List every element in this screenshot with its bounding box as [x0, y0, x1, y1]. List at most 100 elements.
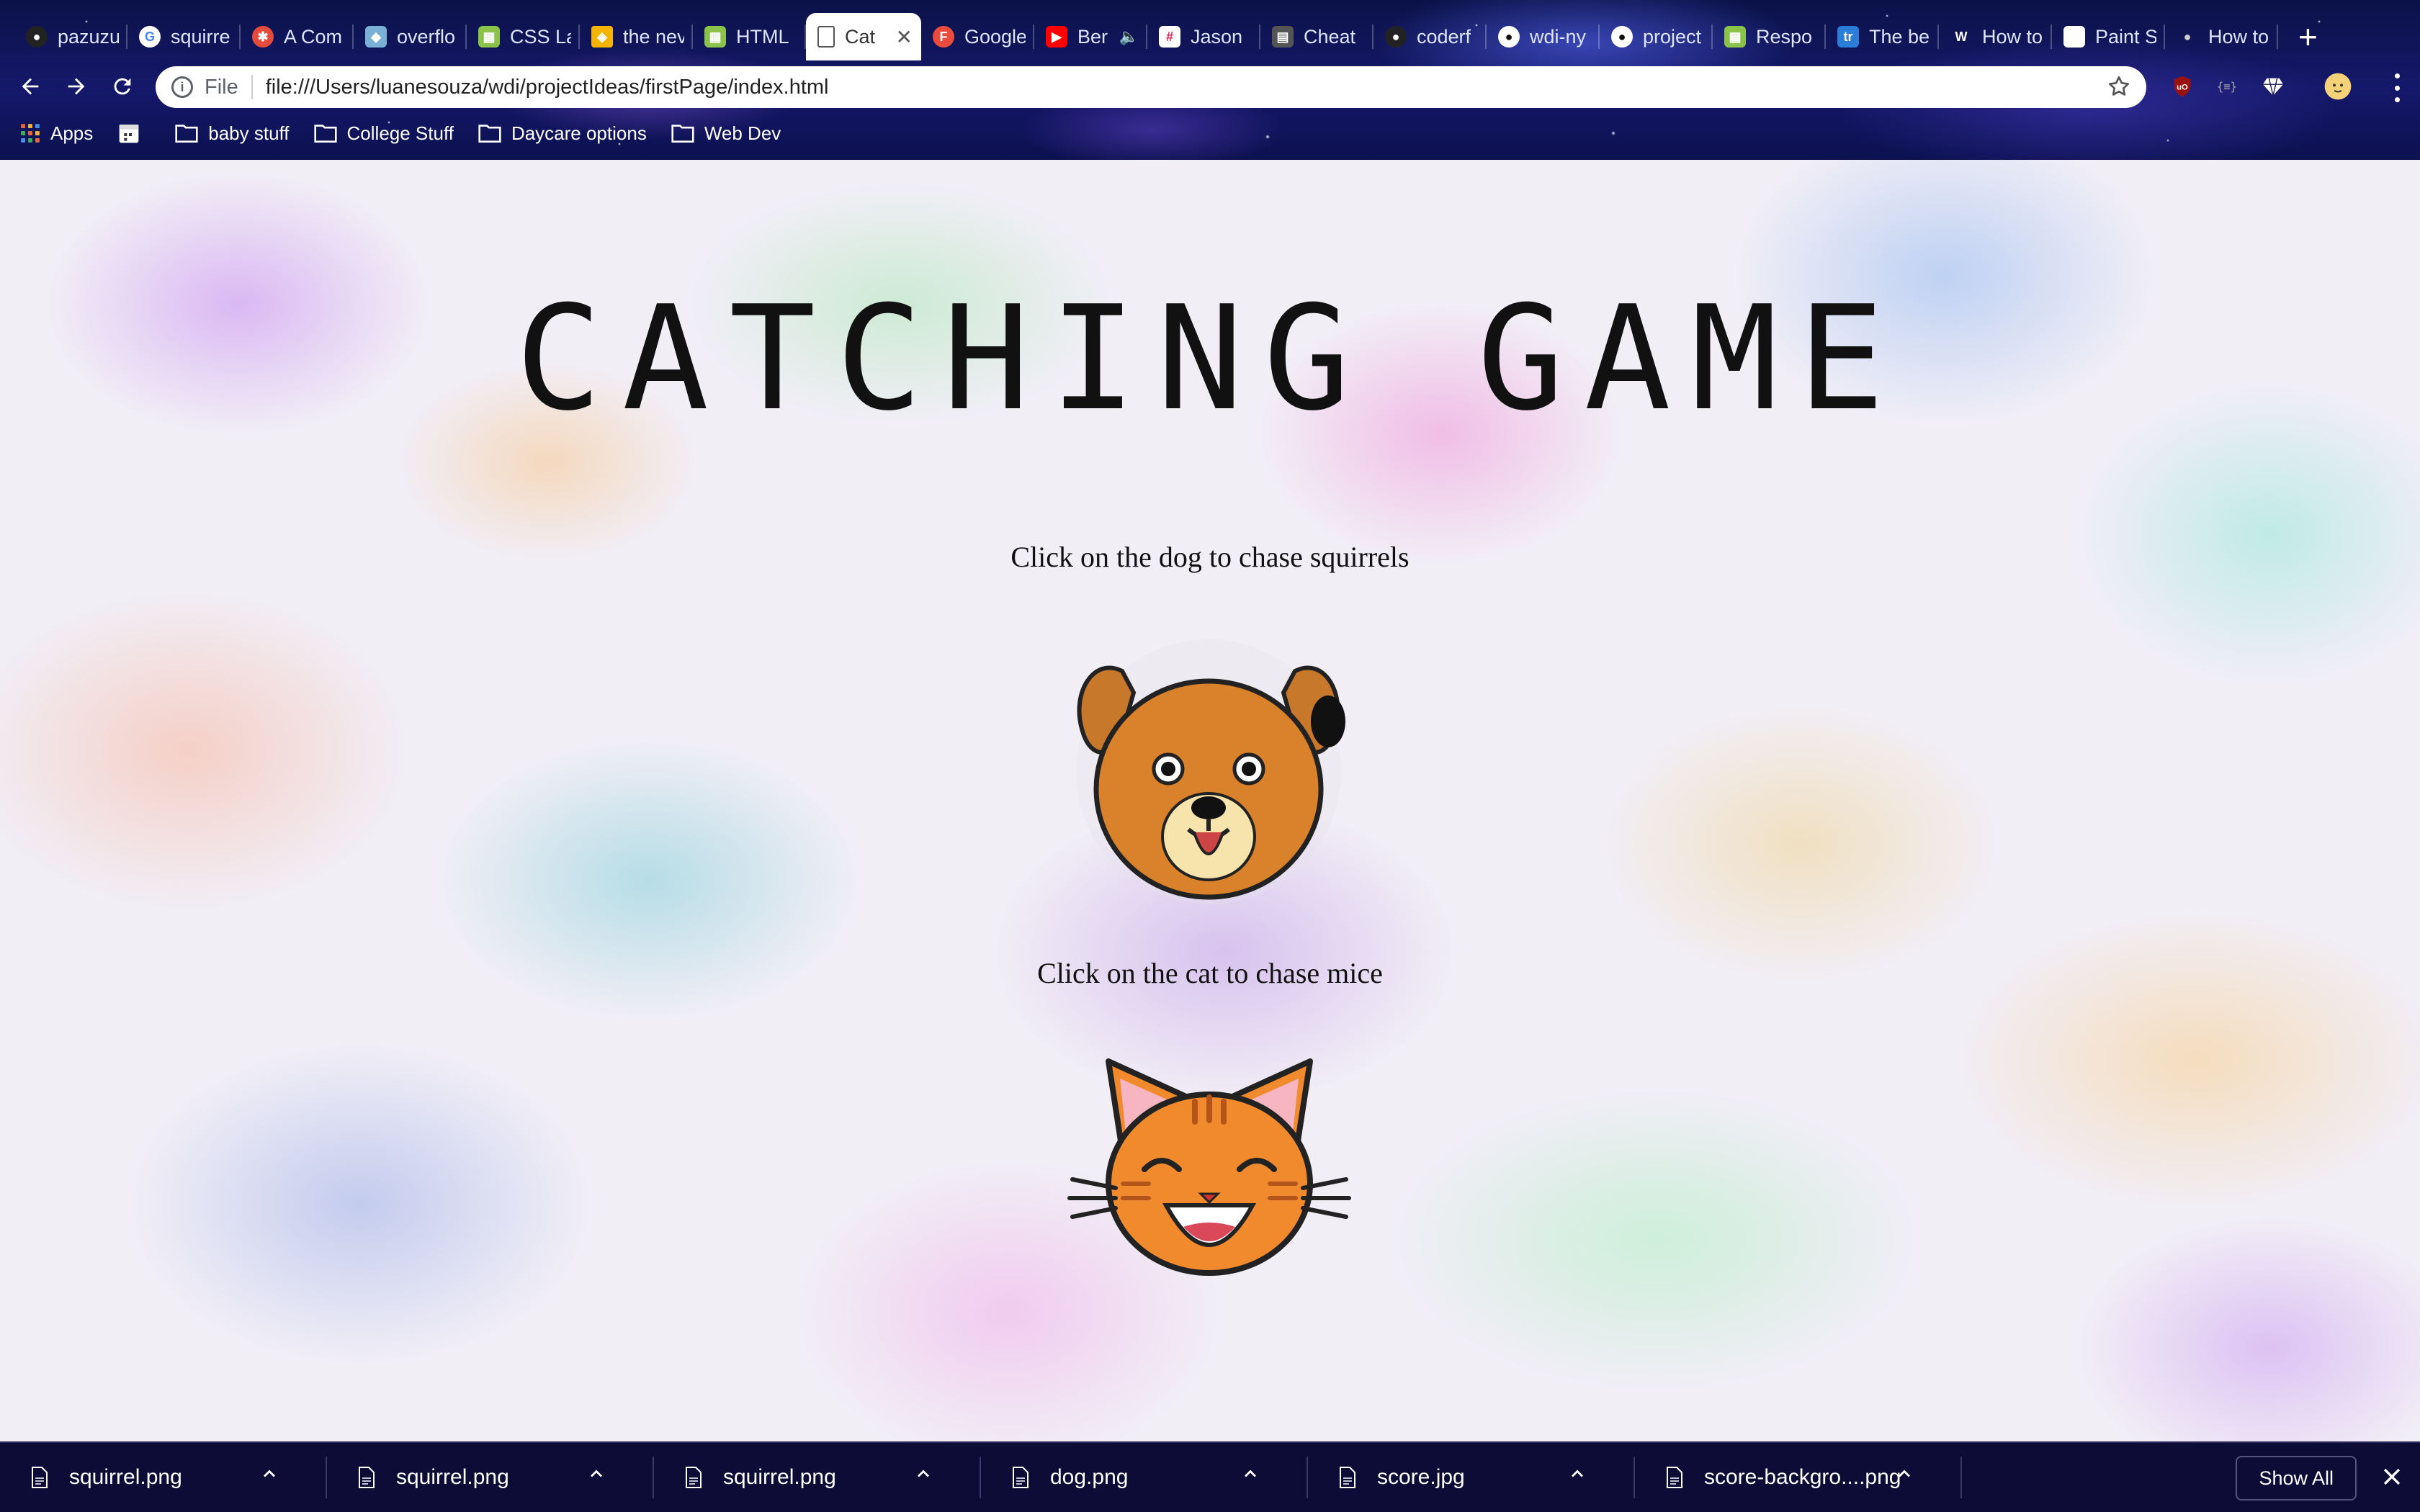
file-icon	[1013, 1467, 1028, 1488]
cat-button[interactable]	[1065, 1047, 1354, 1277]
tab-label: project	[1643, 25, 1702, 48]
ublock-icon[interactable]: uO	[2166, 71, 2198, 102]
show-all-downloads-button[interactable]: Show All	[2236, 1456, 2357, 1500]
forms-icon: F	[933, 26, 954, 48]
new-tab-button[interactable]: +	[2298, 20, 2318, 53]
tab-10[interactable]: # Jason	[1147, 13, 1260, 60]
tab-12[interactable]: ● coderf	[1373, 13, 1487, 60]
address-bar[interactable]: i File file:///Users/luanesouza/wdi/proj…	[156, 66, 2146, 108]
tab-16[interactable]: tr The be	[1826, 13, 1939, 60]
tab-5[interactable]: ◈ the nev	[580, 13, 693, 60]
file-icon	[686, 1467, 702, 1488]
chevron-up-icon[interactable]	[913, 1464, 933, 1484]
bookmark-apps[interactable]: Apps	[20, 122, 93, 145]
download-item[interactable]: squirrel.png	[0, 1442, 327, 1512]
folder-icon	[671, 125, 694, 143]
tab-0[interactable]: ● pazuzu	[14, 13, 127, 60]
download-item[interactable]: dog.png	[981, 1442, 1308, 1512]
tab-8[interactable]: F Google	[921, 13, 1034, 60]
json-viewer-icon[interactable]: {≡}	[2211, 71, 2243, 102]
github-icon: ●	[26, 26, 48, 48]
toolbar: i File file:///Users/luanesouza/wdi/proj…	[0, 60, 2420, 112]
tab-3[interactable]: ◆ overflo	[354, 13, 467, 60]
close-icon[interactable]	[2380, 1464, 2404, 1489]
cat-instruction: Click on the cat to chase mice	[1037, 957, 1383, 989]
profile-avatar[interactable]	[2322, 71, 2354, 102]
tab-17[interactable]: W How to	[1939, 13, 2052, 60]
tab-14[interactable]: ● project	[1600, 13, 1713, 60]
compass-icon: ✱	[252, 26, 274, 48]
github-icon: ●	[1498, 26, 1520, 48]
tab-4[interactable]: ▦ CSS La	[467, 13, 580, 60]
tab-label: Jason	[1191, 25, 1243, 48]
dog-instruction: Click on the dog to chase squirrels	[1010, 541, 1410, 573]
browser-menu-button[interactable]	[2384, 73, 2410, 102]
reload-icon	[114, 78, 131, 95]
back-button[interactable]	[7, 63, 53, 109]
tab-label: How to	[2208, 25, 2269, 48]
chevron-up-icon[interactable]	[1894, 1464, 1914, 1484]
svg-text:{≡}: {≡}	[2217, 81, 2237, 94]
bookmark-label: Apps	[50, 122, 94, 144]
tab-label: A Com	[284, 25, 343, 48]
star-icon[interactable]	[2106, 73, 2132, 99]
layers-icon: ◈	[591, 26, 613, 48]
tab-18[interactable]: Paint S	[2052, 13, 2165, 60]
download-filename: score.jpg	[1377, 1465, 1465, 1489]
bookmark-calendar[interactable]	[117, 122, 151, 145]
chevron-up-icon[interactable]	[259, 1464, 279, 1484]
tab-label: Paint S	[2095, 25, 2156, 48]
svg-text:uO: uO	[2177, 83, 2188, 91]
download-item[interactable]: score.jpg	[1308, 1442, 1635, 1512]
tab-15[interactable]: ▦ Respo	[1713, 13, 1826, 60]
bookmark-folder-web-dev[interactable]: Web Dev	[671, 122, 781, 145]
chevron-up-icon[interactable]	[1567, 1464, 1587, 1484]
tab-label: squirre	[171, 25, 230, 48]
tab-13[interactable]: ● wdi-ny	[1487, 13, 1600, 60]
tab-label: CSS La	[510, 25, 571, 48]
tab-2[interactable]: ✱ A Com	[241, 13, 354, 60]
page-icon	[817, 26, 835, 48]
download-item[interactable]: score-backgro....png	[1635, 1442, 1962, 1512]
bookmark-folder-college-stuff[interactable]: College Stuff	[313, 122, 454, 145]
forward-button[interactable]	[53, 63, 99, 109]
chevron-up-icon[interactable]	[586, 1464, 606, 1484]
gauge-icon: ▦	[1724, 26, 1746, 48]
download-item[interactable]: squirrel.png	[654, 1442, 981, 1512]
tab-active-cat[interactable]: Cat ✕	[806, 13, 921, 60]
tab-9[interactable]: ▶ Ber 🔈	[1034, 13, 1147, 60]
speaker-icon[interactable]: 🔈	[1119, 27, 1139, 46]
bookmark-label: Web Dev	[704, 122, 781, 144]
download-filename: score-backgro....png	[1704, 1465, 1901, 1489]
tab-label: Ber	[1077, 25, 1108, 48]
close-icon[interactable]: ✕	[896, 25, 913, 49]
bird-icon: ◆	[365, 26, 387, 48]
chevron-up-icon[interactable]	[1240, 1464, 1260, 1484]
wix-icon: W	[1955, 29, 1968, 44]
gem-extension-icon[interactable]	[2257, 71, 2289, 102]
tab-label: overflo	[397, 25, 456, 48]
bookmarks-bar: Apps baby stuff College Stuff Daycare op…	[0, 115, 2420, 151]
bookmark-folder-daycare-options[interactable]: Daycare options	[478, 122, 647, 145]
tab-label: Respo	[1756, 25, 1813, 48]
reload-button[interactable]	[99, 63, 145, 109]
tab-label: How to	[1982, 25, 2043, 48]
trello-icon: tr	[1837, 26, 1859, 48]
file-icon	[32, 1467, 48, 1488]
url-scheme-label: File	[205, 75, 238, 99]
download-item[interactable]: squirrel.png	[327, 1442, 654, 1512]
tab-6[interactable]: ▦ HTML	[693, 13, 806, 60]
bookmark-label: Daycare options	[511, 122, 647, 144]
slack-icon: #	[1159, 26, 1180, 48]
tab-11[interactable]: ▤ Cheat	[1260, 13, 1373, 60]
bookmark-folder-baby-stuff[interactable]: baby stuff	[175, 122, 290, 145]
file-icon	[1340, 1467, 1355, 1488]
dog-button[interactable]	[1063, 628, 1354, 916]
info-icon[interactable]: i	[171, 76, 193, 98]
url-text[interactable]: file:///Users/luanesouza/wdi/projectIdea…	[266, 76, 829, 99]
tab-1[interactable]: Gsquirre	[127, 13, 241, 60]
download-filename: squirrel.png	[723, 1465, 836, 1489]
download-filename: squirrel.png	[69, 1465, 182, 1489]
download-shelf: squirrel.png squirrel.png squirrel.png d…	[0, 1441, 2420, 1512]
tab-19[interactable]: ● How to	[2165, 13, 2278, 60]
